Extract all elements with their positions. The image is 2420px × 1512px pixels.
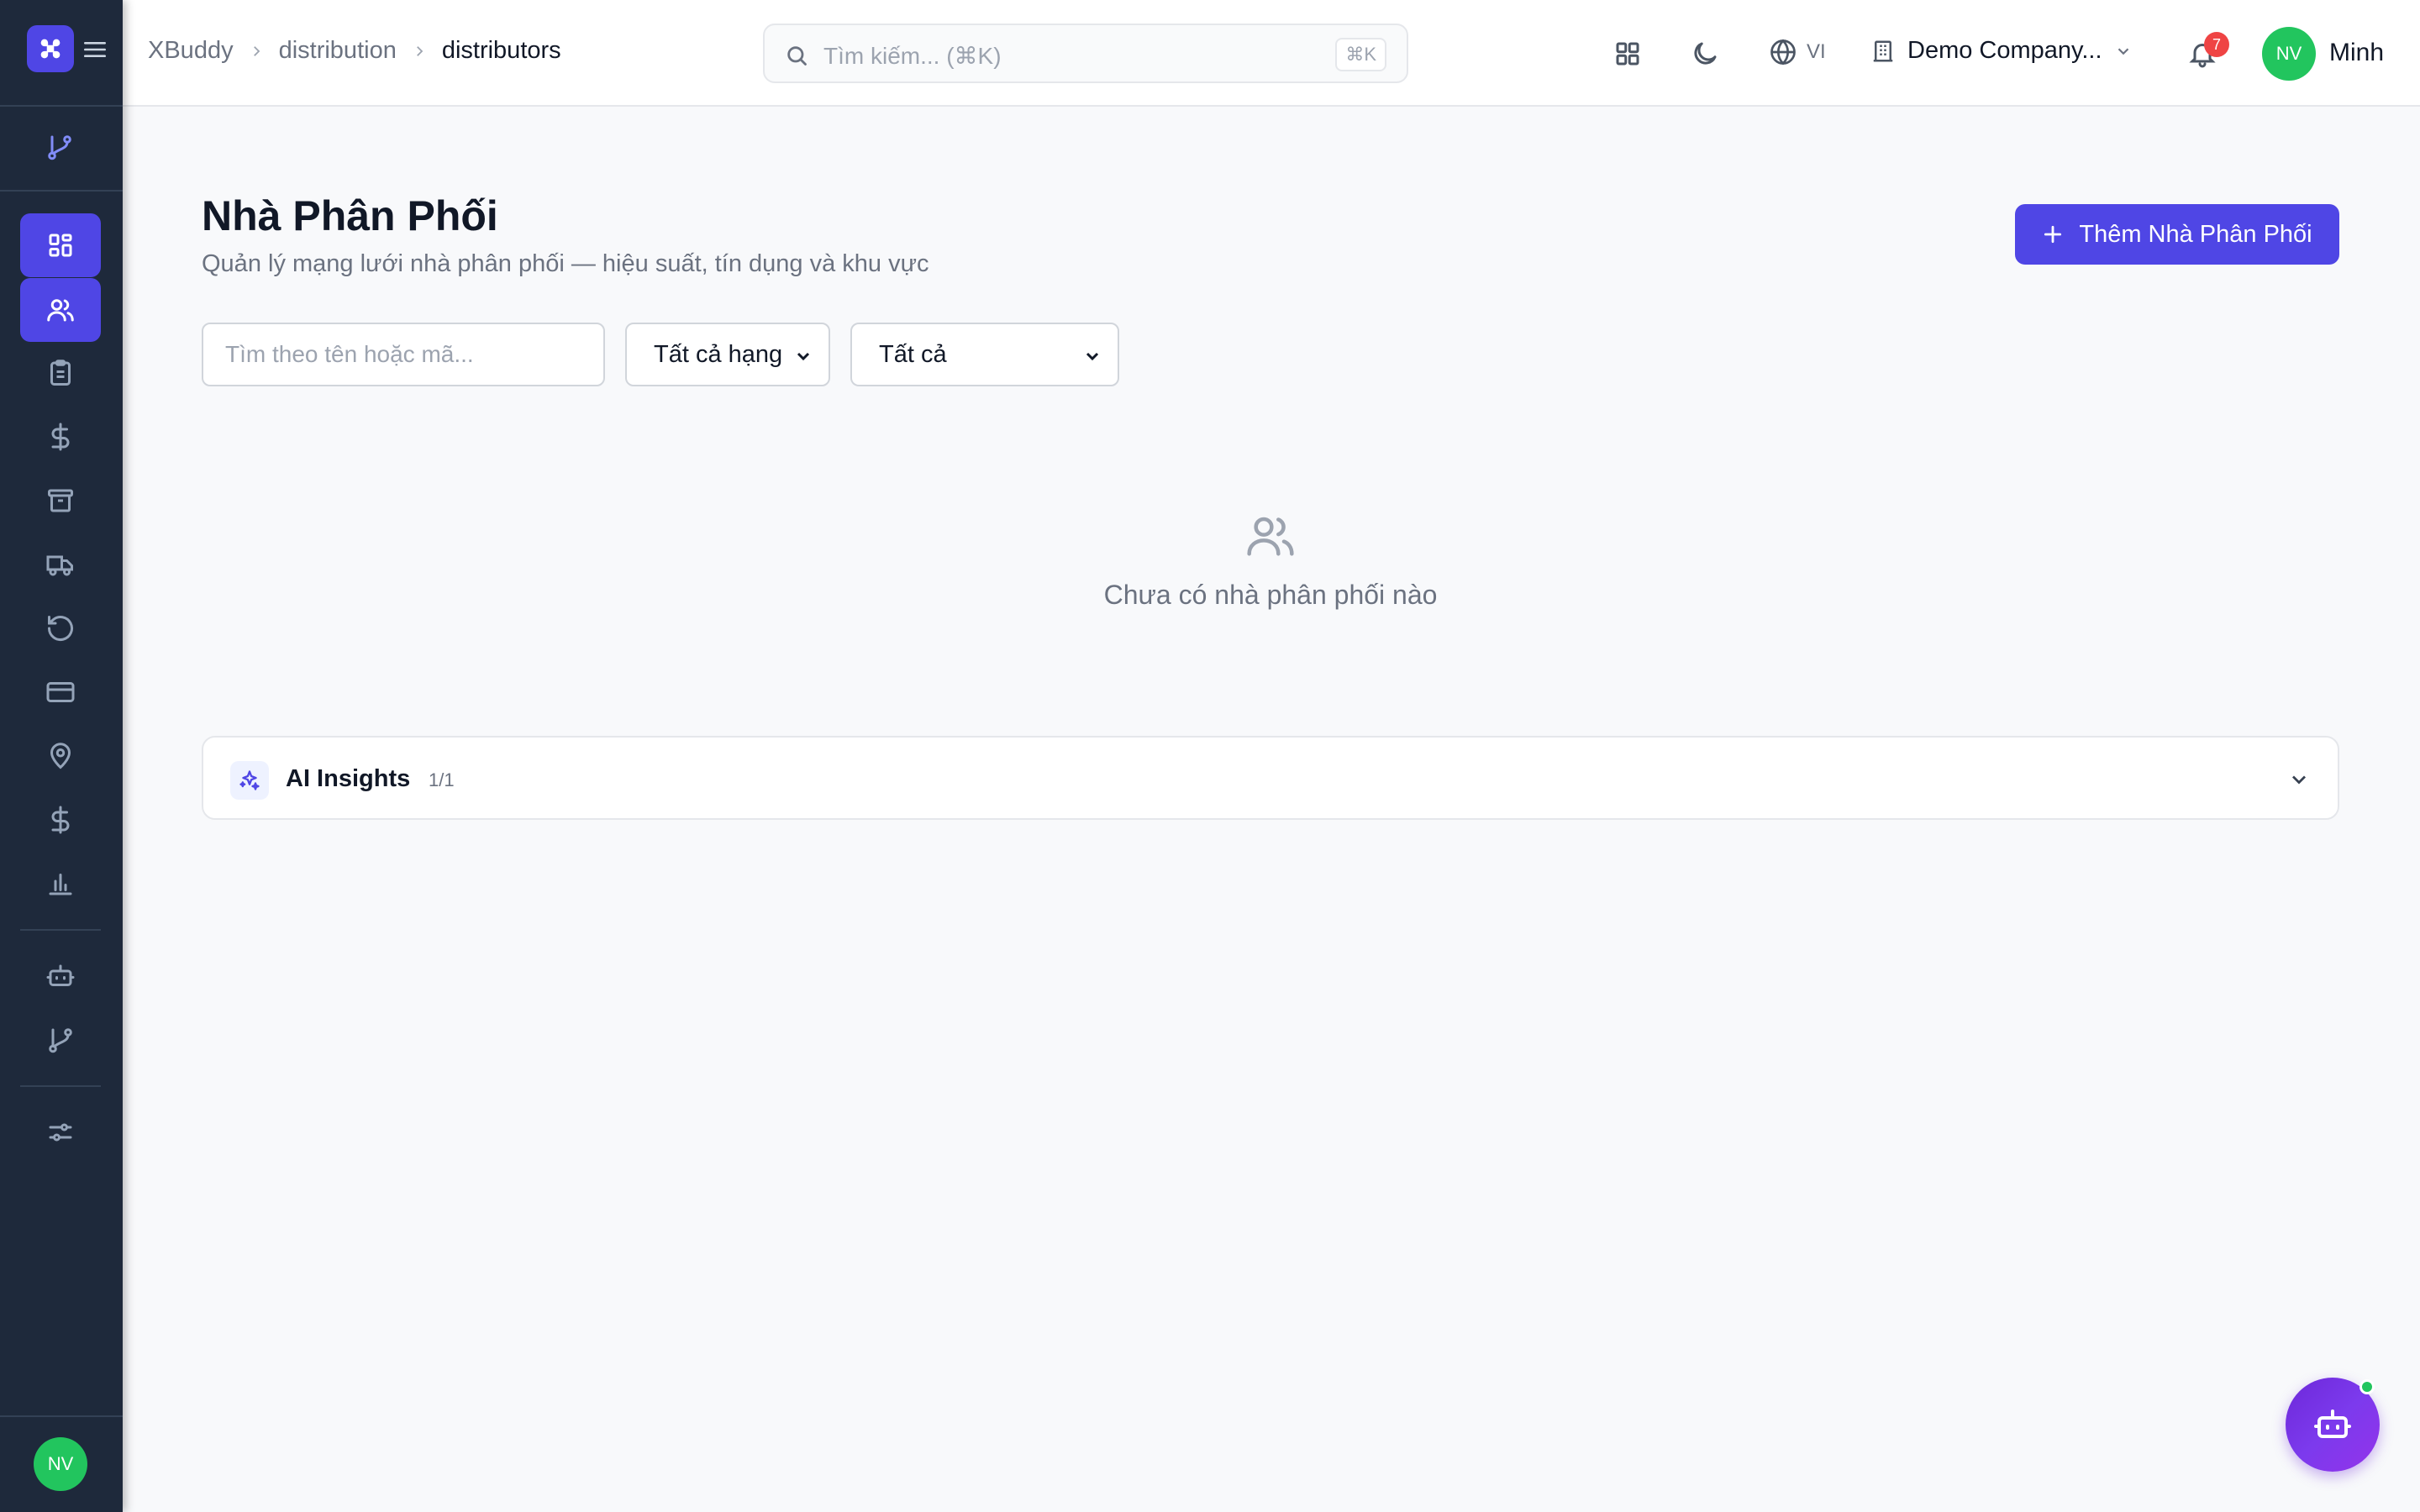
ai-insights-panel[interactable]: AI Insights 1/1 bbox=[202, 736, 2339, 820]
user-avatar[interactable]: NV bbox=[2262, 27, 2316, 81]
sidebar-item-workflow[interactable] bbox=[20, 1008, 101, 1072]
user-name[interactable]: Minh bbox=[2329, 39, 2384, 67]
search-shortcut: ⌘K bbox=[1335, 38, 1386, 71]
add-distributor-button[interactable]: Thêm Nhà Phân Phối bbox=[2015, 204, 2339, 265]
notification-badge: 7 bbox=[2204, 32, 2229, 57]
sidebar-item-territory[interactable] bbox=[20, 724, 101, 788]
sidebar-header bbox=[0, 0, 123, 107]
sidebar-item-settings[interactable] bbox=[20, 1100, 101, 1164]
chevron-down-icon[interactable] bbox=[2287, 768, 2311, 791]
globe-icon bbox=[1770, 39, 1796, 66]
sidebar-divider bbox=[0, 190, 123, 192]
online-status-dot bbox=[2360, 1379, 2375, 1394]
search-icon bbox=[787, 46, 807, 66]
map-pin-icon bbox=[50, 743, 71, 769]
topbar: XBuddy distribution distributors Tìm kiế… bbox=[123, 0, 2420, 107]
sidebar-divider bbox=[0, 1415, 123, 1417]
users-icon bbox=[1247, 517, 1294, 556]
ai-insights-title: AI Insights bbox=[286, 765, 411, 792]
bot-icon bbox=[46, 964, 75, 986]
sidebar-item-inventory[interactable] bbox=[20, 469, 101, 533]
sidebar: NV bbox=[0, 0, 123, 1512]
status-select-value: Tất cả bbox=[879, 340, 947, 368]
app: NV XBuddy distribution distributors Tìm … bbox=[0, 0, 2420, 1512]
app-logo[interactable] bbox=[27, 25, 74, 72]
empty-state-text: Chưa có nhà phân phối nào bbox=[1103, 580, 1438, 610]
sidebar-item-orders[interactable] bbox=[20, 341, 101, 405]
menu-icon[interactable] bbox=[84, 40, 106, 59]
chevron-down-icon bbox=[1086, 352, 1099, 361]
chevron-down-icon bbox=[797, 352, 810, 361]
sidebar-divider bbox=[20, 929, 101, 931]
breadcrumb-item-distribution[interactable]: distribution bbox=[279, 37, 397, 65]
truck-icon bbox=[46, 555, 73, 576]
logo-icon bbox=[40, 39, 60, 59]
dollar-icon bbox=[51, 423, 70, 451]
building-icon bbox=[1873, 40, 1893, 61]
sidebar-item-payments[interactable] bbox=[20, 660, 101, 724]
sliders-icon bbox=[49, 1123, 72, 1142]
language-switcher[interactable]: VI bbox=[1768, 37, 1826, 67]
page-subtitle: Quản lý mạng lưới nhà phân phối — hiệu s… bbox=[202, 250, 929, 277]
clipboard-icon bbox=[50, 360, 71, 386]
plus-icon bbox=[2044, 225, 2062, 244]
language-code: VI bbox=[1807, 40, 1826, 63]
rotate-icon bbox=[48, 616, 73, 642]
company-switcher[interactable]: Demo Company... bbox=[1870, 37, 2133, 65]
sidebar-item-returns[interactable] bbox=[20, 596, 101, 660]
search-placeholder: Tìm kiếm... (⌘K) bbox=[823, 43, 1002, 69]
sidebar-item-ai-bot[interactable] bbox=[20, 944, 101, 1008]
sidebar-item-finance[interactable] bbox=[20, 788, 101, 852]
tier-select[interactable]: Tất cả hạng bbox=[625, 323, 830, 386]
dollar-icon bbox=[51, 806, 70, 834]
breadcrumb-item-home[interactable]: XBuddy bbox=[148, 37, 234, 65]
page-title: Nhà Phân Phối bbox=[202, 192, 498, 239]
users-icon bbox=[47, 299, 74, 322]
chevron-right-icon bbox=[249, 44, 264, 59]
breadcrumb-item-current: distributors bbox=[441, 37, 561, 64]
sidebar-item-dashboard[interactable] bbox=[20, 213, 101, 277]
company-name: Demo Company... bbox=[1907, 37, 2102, 64]
status-select[interactable]: Tất cả bbox=[850, 323, 1119, 386]
sidebar-item-distributors[interactable] bbox=[20, 278, 101, 342]
bot-icon bbox=[2314, 1410, 2351, 1438]
sidebar-divider bbox=[20, 1085, 101, 1087]
add-distributor-label: Thêm Nhà Phân Phối bbox=[2079, 220, 2312, 248]
sidebar-avatar[interactable]: NV bbox=[34, 1437, 87, 1491]
tier-select-value: Tất cả hạng bbox=[654, 340, 783, 368]
sidebar-item-pricing[interactable] bbox=[20, 405, 101, 469]
git-branch-icon[interactable] bbox=[45, 132, 75, 162]
chevron-down-icon bbox=[2118, 47, 2128, 55]
filter-search-placeholder: Tìm theo tên hoặc mã... bbox=[225, 341, 474, 367]
apps-grid-icon[interactable] bbox=[1612, 39, 1643, 69]
sidebar-item-delivery[interactable] bbox=[20, 533, 101, 596]
filter-search-input[interactable]: Tìm theo tên hoặc mã... bbox=[202, 323, 605, 386]
ai-insights-count: 1/1 bbox=[429, 769, 455, 790]
sparkles-icon bbox=[230, 761, 269, 800]
chevron-right-icon bbox=[412, 44, 427, 59]
sidebar-item-reports[interactable] bbox=[20, 852, 101, 916]
archive-icon bbox=[48, 489, 73, 512]
moon-icon[interactable] bbox=[1690, 39, 1720, 69]
grid-icon bbox=[49, 234, 72, 257]
credit-card-icon bbox=[46, 682, 75, 702]
breadcrumb: XBuddy distribution distributors bbox=[148, 37, 561, 65]
git-branch-icon bbox=[49, 1028, 72, 1053]
bar-chart-icon bbox=[49, 874, 72, 895]
global-search[interactable]: Tìm kiếm... (⌘K) ⌘K bbox=[763, 24, 1408, 83]
